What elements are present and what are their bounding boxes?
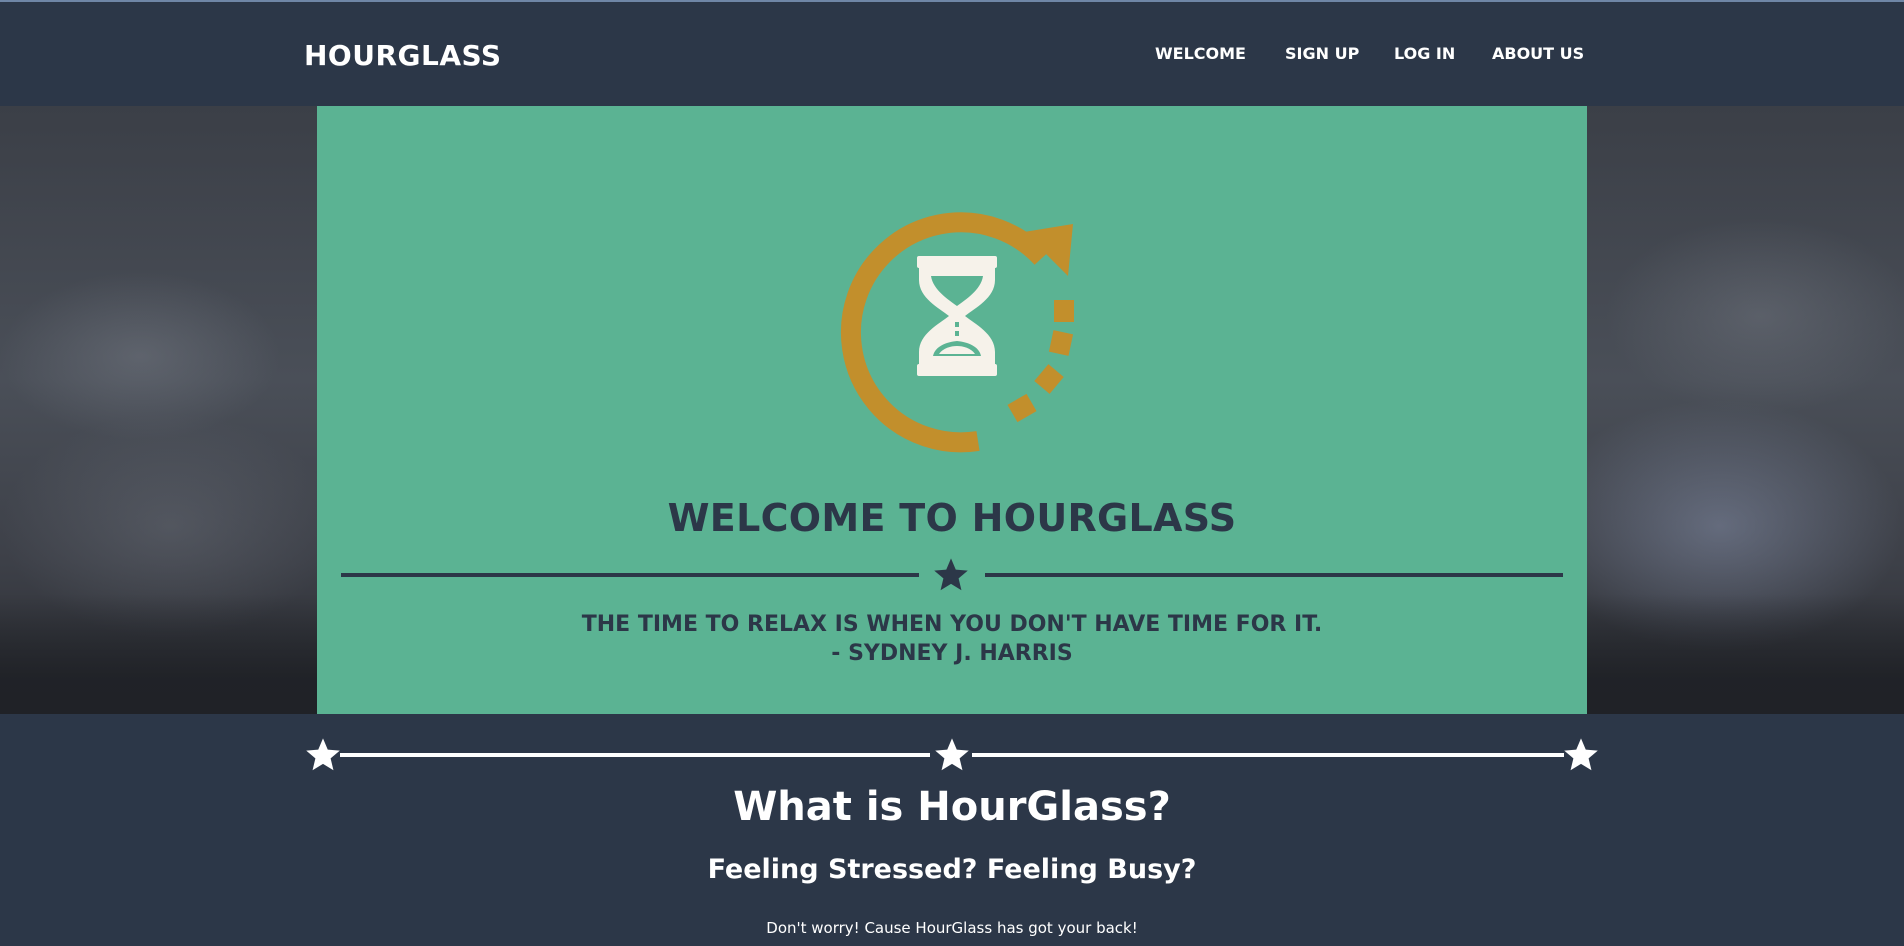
hourglass-refresh-icon — [840, 212, 1074, 453]
about-section: What is HourGlass? Feeling Stressed? Fee… — [0, 714, 1904, 946]
nav-link-sign-up[interactable]: SIGN UP — [1285, 44, 1359, 63]
nav-link-about-us[interactable]: ABOUT US — [1492, 44, 1584, 63]
hero-section: WELCOME TO HOURGLASS THE TIME TO RELAX I… — [0, 106, 1904, 714]
star-icon — [306, 738, 340, 771]
star-icon — [1564, 738, 1598, 771]
masthead-quote: THE TIME TO RELAX IS WHEN YOU DON'T HAVE… — [317, 610, 1587, 668]
about-title: What is HourGlass? — [733, 784, 1171, 830]
masthead-title: WELCOME TO HOURGLASS — [667, 496, 1237, 540]
about-star-divider — [304, 736, 1600, 776]
nav-links: WELCOME SIGN UP LOG IN ABOUT US — [0, 44, 1904, 68]
divider-line-left — [341, 573, 919, 577]
navbar: HOURGLASS WELCOME SIGN UP LOG IN ABOUT U… — [0, 2, 1904, 106]
about-subtitle: Feeling Stressed? Feeling Busy? — [707, 854, 1197, 885]
about-text: Don't worry! Cause HourGlass has got you… — [766, 919, 1138, 937]
divider-line-left — [340, 753, 930, 757]
quote-attribution: - SYDNEY J. HARRIS — [831, 641, 1073, 666]
star-icon — [934, 558, 968, 591]
divider-line-right — [972, 753, 1564, 757]
nav-link-log-in[interactable]: LOG IN — [1394, 44, 1455, 63]
masthead-star-divider — [341, 554, 1563, 594]
masthead-panel: WELCOME TO HOURGLASS THE TIME TO RELAX I… — [317, 106, 1587, 714]
quote-text: THE TIME TO RELAX IS WHEN YOU DON'T HAVE… — [581, 612, 1323, 637]
nav-link-welcome[interactable]: WELCOME — [1155, 44, 1246, 63]
star-icon — [935, 738, 969, 771]
divider-line-right — [985, 573, 1563, 577]
